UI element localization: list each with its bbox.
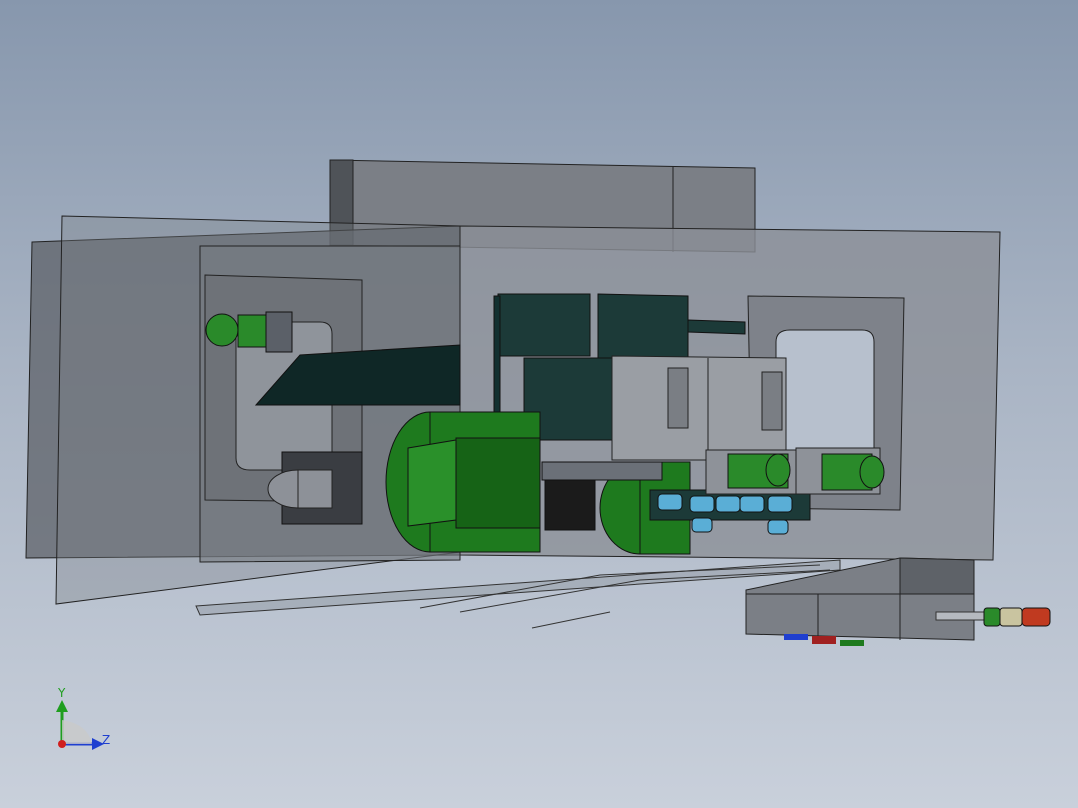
- axis-triad: [56, 700, 104, 750]
- green-ports-right[interactable]: [705, 447, 885, 495]
- model-canvas: [25, 159, 1051, 750]
- green-rotor-left[interactable]: [385, 411, 541, 553]
- left-housing[interactable]: [25, 215, 461, 605]
- x-axis-icon: [58, 740, 66, 748]
- z-axis-label: Z: [102, 733, 111, 747]
- y-axis-label: Y: [58, 686, 66, 700]
- model-viewport[interactable]: Y Z: [0, 0, 1078, 808]
